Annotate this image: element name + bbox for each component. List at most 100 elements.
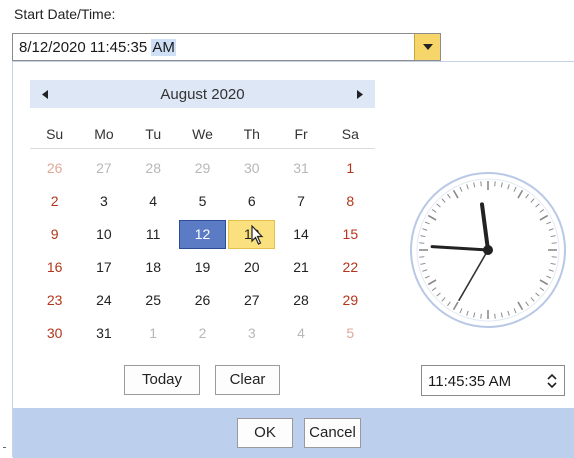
day-number: 9 <box>50 226 59 242</box>
minute-tick <box>494 181 496 187</box>
day-number: 22 <box>342 259 359 275</box>
calendar-header: August 2020 <box>30 80 375 108</box>
day-cell[interactable]: 3 <box>79 187 128 216</box>
day-cell[interactable]: 5 <box>326 319 375 348</box>
day-number: 10 <box>96 226 112 242</box>
day-cell[interactable]: 8 <box>326 187 375 216</box>
day-number: 16 <box>46 259 63 275</box>
datetime-value: 8/12/2020 11:45:35 AM <box>19 39 176 56</box>
day-number: 27 <box>243 292 260 308</box>
minute-tick <box>419 256 425 258</box>
day-cell[interactable]: 26 <box>178 286 227 315</box>
day-cell[interactable]: 31 <box>79 319 128 348</box>
day-cell[interactable]: 30 <box>30 319 79 348</box>
day-number: 24 <box>96 292 112 308</box>
day-cell[interactable]: 15 <box>326 220 375 249</box>
day-number: 30 <box>243 160 260 176</box>
day-cell[interactable]: 28 <box>276 286 325 315</box>
weekday-header-row: Su Mo Tu We Th Fr Sa <box>30 119 375 149</box>
day-number: 14 <box>293 226 309 242</box>
minute-tick <box>480 181 482 187</box>
day-cell[interactable]: 1 <box>326 154 375 183</box>
cancel-button[interactable]: Cancel <box>304 418 361 448</box>
day-cell[interactable]: 28 <box>129 154 178 183</box>
day-cell[interactable]: 10 <box>79 220 128 249</box>
today-button[interactable]: Today <box>124 365 200 395</box>
day-cell[interactable]: 9 <box>30 220 79 249</box>
start-datetime-label: Start Date/Time: <box>14 6 116 22</box>
day-cell[interactable]: 1 <box>129 319 178 348</box>
day-cell[interactable]: 5 <box>178 187 227 216</box>
start-datetime-input[interactable]: 8/12/2020 11:45:35 AM <box>12 33 441 61</box>
day-number: 20 <box>243 259 260 275</box>
day-cell[interactable]: 20 <box>227 253 276 282</box>
day-cell-selected[interactable]: 12 <box>178 220 227 249</box>
day-cell[interactable]: 30 <box>227 154 276 183</box>
dropdown-button[interactable] <box>414 34 440 60</box>
minute-tick <box>419 242 425 244</box>
day-number: 30 <box>46 325 63 341</box>
day-cell[interactable]: 23 <box>30 286 79 315</box>
day-number: 19 <box>194 259 211 275</box>
weekday-label: Mo <box>94 125 114 142</box>
day-number: 28 <box>293 292 309 308</box>
calendar-week-row: 23 24 25 26 27 28 29 <box>30 284 375 317</box>
datetime-value-text: 8/12/2020 11:45:35 <box>19 39 148 56</box>
day-cell[interactable]: 19 <box>178 253 227 282</box>
day-cell[interactable]: 29 <box>326 286 375 315</box>
month-title[interactable]: August 2020 <box>30 86 375 103</box>
weekday-label: Fr <box>294 125 308 142</box>
divider-mark <box>3 447 6 448</box>
clear-button[interactable]: Clear <box>215 365 280 395</box>
spin-arrows-icon[interactable] <box>546 372 558 390</box>
day-cell[interactable]: 16 <box>30 253 79 282</box>
day-number: 5 <box>346 325 355 341</box>
weekday-label: Su <box>46 125 64 142</box>
day-number: 11 <box>145 226 161 242</box>
calendar-week-row: 26 27 28 29 30 31 1 <box>30 152 375 185</box>
day-number: 12 <box>194 226 211 242</box>
day-cell[interactable]: 7 <box>276 187 325 216</box>
day-cell[interactable]: 4 <box>276 319 325 348</box>
day-cell-hovered[interactable]: 13 <box>228 220 276 249</box>
day-number: 28 <box>145 160 161 176</box>
day-number: 3 <box>247 325 256 341</box>
calendar-grid: Su Mo Tu We Th Fr Sa 26 27 28 29 30 31 1 2 3 4 5 6 7 8 9 10 11… <box>30 119 375 350</box>
day-cell[interactable]: 21 <box>276 253 325 282</box>
day-cell[interactable]: 22 <box>326 253 375 282</box>
ok-button[interactable]: OK <box>237 418 293 448</box>
day-number: 3 <box>100 193 108 209</box>
day-cell[interactable]: 31 <box>276 154 325 183</box>
day-number: 4 <box>149 193 158 209</box>
day-number: 26 <box>46 160 63 176</box>
day-number: 17 <box>96 259 112 275</box>
day-number: 29 <box>342 292 359 308</box>
next-month-button[interactable] <box>347 80 373 108</box>
day-cell[interactable]: 24 <box>79 286 128 315</box>
day-cell[interactable]: 2 <box>178 319 227 348</box>
day-cell[interactable]: 27 <box>227 286 276 315</box>
minute-tick <box>494 313 496 319</box>
day-cell[interactable]: 29 <box>178 154 227 183</box>
day-cell[interactable]: 3 <box>227 319 276 348</box>
time-spinner[interactable]: 11:45:35 AM <box>421 365 565 396</box>
calendar-weeks: 2627282930311234567891011121314151617181… <box>30 152 375 350</box>
day-cell[interactable]: 18 <box>129 253 178 282</box>
day-cell[interactable]: 14 <box>276 220 325 249</box>
day-cell[interactable]: 6 <box>227 187 276 216</box>
day-cell[interactable]: 17 <box>79 253 128 282</box>
day-number: 4 <box>297 325 305 341</box>
day-cell[interactable]: 27 <box>79 154 128 183</box>
day-cell[interactable]: 2 <box>30 187 79 216</box>
calendar-week-row: 2 3 4 5 6 7 8 <box>30 185 375 218</box>
day-cell[interactable]: 11 <box>129 220 178 249</box>
weekday-label: Tu <box>145 125 162 142</box>
day-cell[interactable]: 4 <box>129 187 178 216</box>
day-cell[interactable]: 26 <box>30 154 79 183</box>
day-number: 7 <box>297 193 305 209</box>
day-number: 5 <box>198 193 207 209</box>
weekday-label: Sa <box>341 125 359 142</box>
minute-tick <box>480 313 482 319</box>
day-number: 31 <box>96 325 112 341</box>
day-cell[interactable]: 25 <box>129 286 178 315</box>
